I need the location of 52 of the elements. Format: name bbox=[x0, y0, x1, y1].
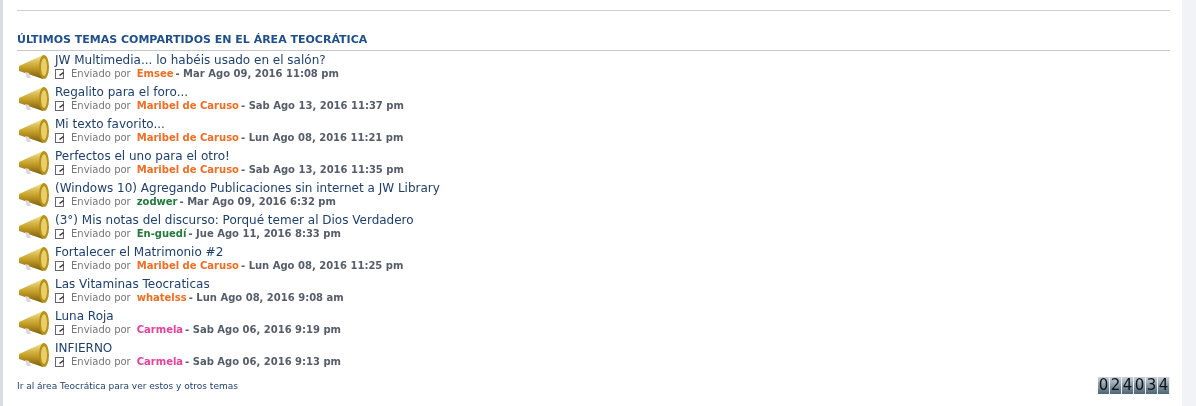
post-icon bbox=[55, 260, 65, 271]
topic-link[interactable]: (3°) Mis notas del discurso: Porqué temer al Dios Verdadero bbox=[55, 212, 414, 227]
post-date: - Sab Ago 13, 2016 11:37 pm bbox=[241, 98, 404, 113]
post-date: - Sab Ago 06, 2016 9:19 pm bbox=[185, 322, 342, 337]
post-icon bbox=[55, 324, 65, 335]
posted-by-label: Enviado por bbox=[71, 66, 131, 81]
posted-by-label: Enviado por bbox=[71, 99, 131, 113]
post-icon bbox=[55, 228, 65, 239]
post-icon bbox=[55, 196, 65, 207]
section-title: ÚLTIMOS TEMAS COMPARTIDOS EN EL ÁREA TEOCRÁTICA bbox=[17, 32, 1170, 51]
topic-link[interactable]: Fortalecer el Matrimonio #2 bbox=[55, 244, 404, 259]
author-link[interactable]: En-guedí bbox=[136, 226, 187, 241]
post-icon bbox=[55, 132, 65, 143]
author-link[interactable]: zodwer bbox=[136, 194, 178, 209]
post-date: - Lun Ago 08, 2016 11:21 pm bbox=[241, 130, 404, 145]
post-icon bbox=[55, 164, 65, 175]
post-icon bbox=[55, 292, 65, 303]
post-icon bbox=[55, 356, 65, 367]
topic-link[interactable]: Regalito para el foro... bbox=[55, 84, 404, 99]
post-date: - Mar Ago 09, 2016 11:08 pm bbox=[175, 66, 339, 81]
author-link[interactable]: Carmela bbox=[136, 354, 184, 369]
post-date: - Lun Ago 08, 2016 9:08 am bbox=[188, 290, 344, 305]
footer-link[interactable]: Ir al área Teocrática para ver estos y otros temas bbox=[17, 380, 238, 394]
counter-digit: 2 bbox=[1110, 376, 1122, 394]
post-icon bbox=[55, 68, 65, 79]
topic-link[interactable]: (Windows 10) Agregando Publicaciones sin internet a JW Library bbox=[55, 180, 440, 195]
counter-digit: 3 bbox=[1146, 376, 1158, 394]
posted-by-label: Enviado por bbox=[71, 323, 131, 337]
post-date: - Jue Ago 11, 2016 8:33 pm bbox=[188, 227, 341, 241]
post-date: - Lun Ago 08, 2016 11:25 pm bbox=[241, 258, 404, 273]
posted-by-label: Enviado por bbox=[71, 194, 131, 209]
topic-link[interactable]: Las Vitaminas Teocraticas bbox=[55, 276, 344, 291]
topic-link[interactable]: JW Multimedia... lo habéis usado en el salón? bbox=[55, 52, 339, 67]
post-date: - Sab Ago 13, 2016 11:35 pm bbox=[241, 162, 404, 177]
topic-link[interactable]: Mi texto favorito... bbox=[55, 116, 404, 131]
posted-by-label: Enviado por bbox=[71, 162, 131, 177]
posted-by-label: Enviado por bbox=[71, 290, 131, 305]
posted-by-label: Enviado por bbox=[71, 226, 131, 241]
post-date: - Sab Ago 06, 2016 9:13 pm bbox=[185, 354, 342, 369]
counter-digit: 0 bbox=[1134, 376, 1146, 394]
topic-link[interactable]: Perfectos el uno para el otro! bbox=[55, 148, 404, 163]
counter-digit: 4 bbox=[1122, 376, 1134, 394]
post-date: - Mar Ago 09, 2016 6:32 pm bbox=[179, 195, 336, 209]
author-link[interactable]: Carmela bbox=[136, 322, 184, 337]
counter-digit: 4 bbox=[1158, 376, 1170, 394]
posted-by-label: Enviado por bbox=[71, 130, 131, 145]
post-icon bbox=[55, 100, 65, 111]
topic-link[interactable]: Luna Roja bbox=[55, 308, 342, 323]
posted-by-label: Enviado por bbox=[71, 354, 131, 369]
counter-digit: 0 bbox=[1098, 376, 1110, 394]
posted-by-label: Enviado por bbox=[71, 258, 131, 273]
topic-link[interactable]: INFIERNO bbox=[55, 340, 342, 355]
